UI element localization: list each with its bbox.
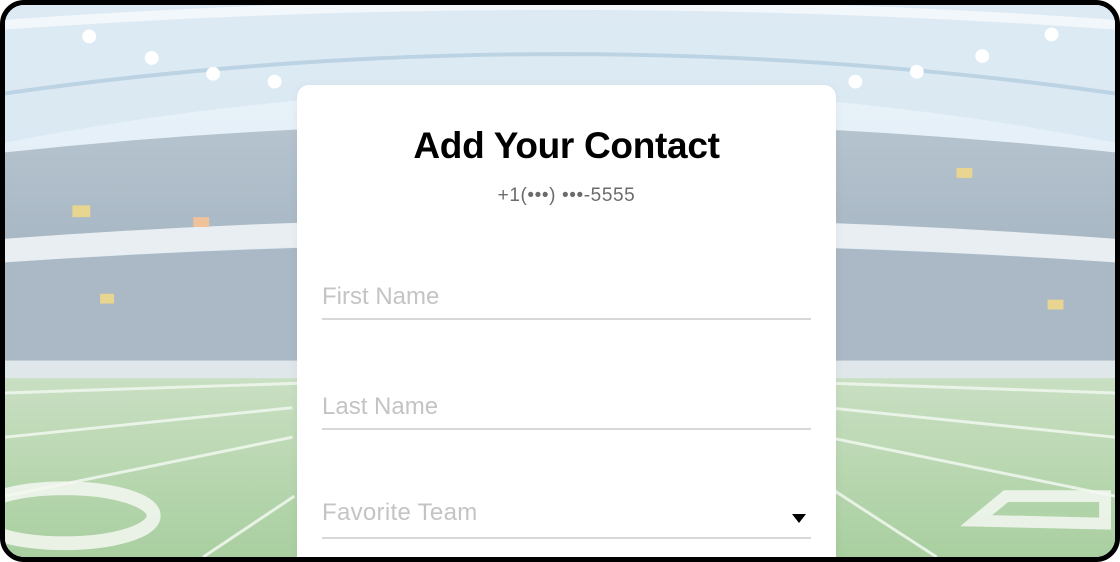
add-contact-card: Add Your Contact +1(•••) •••-5555 Favori…	[297, 85, 836, 557]
first-name-input[interactable]	[322, 276, 811, 318]
last-name-field	[322, 386, 811, 430]
card-title: Add Your Contact	[413, 125, 720, 166]
phone-number: +1(•••) •••-5555	[497, 185, 636, 206]
first-name-field	[322, 276, 811, 320]
chevron-down-icon[interactable]	[792, 514, 806, 523]
last-name-input[interactable]	[322, 386, 811, 428]
favorite-team-placeholder: Favorite Team	[322, 499, 478, 526]
favorite-team-select[interactable]: Favorite Team	[322, 495, 811, 539]
device-frame: Add Your Contact +1(•••) •••-5555 Favori…	[0, 0, 1120, 562]
